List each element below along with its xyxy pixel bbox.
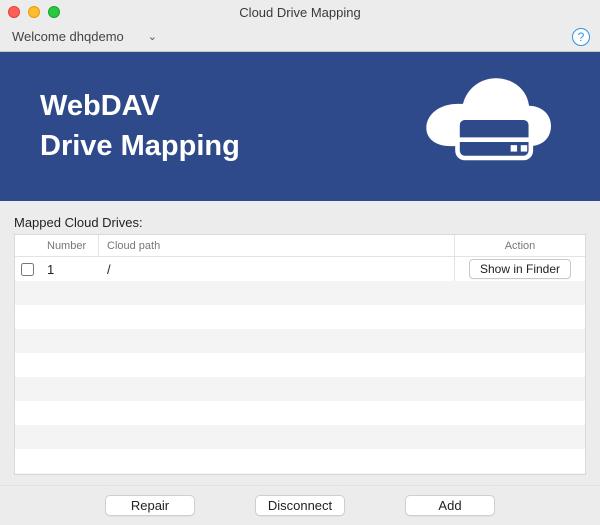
column-header-select xyxy=(15,235,39,256)
help-button[interactable]: ? xyxy=(572,28,590,46)
window-title: Cloud Drive Mapping xyxy=(0,5,600,20)
column-header-action[interactable]: Action xyxy=(455,235,585,256)
table-row xyxy=(15,281,585,305)
column-header-cloud-path[interactable]: Cloud path xyxy=(99,235,455,256)
section-label: Mapped Cloud Drives: xyxy=(0,201,600,234)
row-action-cell: Show in Finder xyxy=(455,257,585,281)
traffic-lights xyxy=(8,6,60,18)
table-body: 1/ Show in Finder xyxy=(15,257,585,474)
table-row xyxy=(15,329,585,353)
account-menu[interactable]: Welcome dhqdemo ⌄ xyxy=(12,29,157,44)
table-row xyxy=(15,377,585,401)
row-checkbox-cell xyxy=(15,257,39,281)
app-window: Cloud Drive Mapping Welcome dhqdemo ⌄ ? … xyxy=(0,0,600,525)
toolbar: Welcome dhqdemo ⌄ ? xyxy=(0,24,600,51)
table-row xyxy=(15,425,585,449)
table-header-row: Number Cloud path Action xyxy=(15,235,585,257)
close-window-button[interactable] xyxy=(8,6,20,18)
table-row xyxy=(15,449,585,473)
row-number: 1 xyxy=(39,257,99,281)
hero-banner: WebDAV Drive Mapping xyxy=(0,51,600,201)
footer-toolbar: Repair Disconnect Add xyxy=(0,485,600,525)
minimize-window-button[interactable] xyxy=(28,6,40,18)
show-in-finder-button[interactable]: Show in Finder xyxy=(469,259,571,279)
repair-button[interactable]: Repair xyxy=(105,495,195,516)
maximize-window-button[interactable] xyxy=(48,6,60,18)
table-row xyxy=(15,473,585,474)
table-row xyxy=(15,305,585,329)
chevron-down-icon: ⌄ xyxy=(148,30,157,43)
add-button[interactable]: Add xyxy=(405,495,495,516)
cloud-drive-icon xyxy=(410,70,560,183)
column-header-number[interactable]: Number xyxy=(39,235,99,256)
table-row[interactable]: 1/ Show in Finder xyxy=(15,257,585,281)
welcome-label: Welcome dhqdemo xyxy=(12,29,124,44)
help-icon: ? xyxy=(578,30,585,44)
table-row xyxy=(15,401,585,425)
row-cloud-path: / xyxy=(99,257,455,281)
banner-line1: WebDAV xyxy=(40,87,240,126)
titlebar: Cloud Drive Mapping xyxy=(0,0,600,24)
disconnect-button[interactable]: Disconnect xyxy=(255,495,345,516)
table-row xyxy=(15,353,585,377)
banner-line2: Drive Mapping xyxy=(40,127,240,166)
banner-title: WebDAV Drive Mapping xyxy=(40,87,240,165)
drives-table: Number Cloud path Action 1/ Show in Finde… xyxy=(14,234,586,475)
row-checkbox[interactable] xyxy=(21,263,34,276)
